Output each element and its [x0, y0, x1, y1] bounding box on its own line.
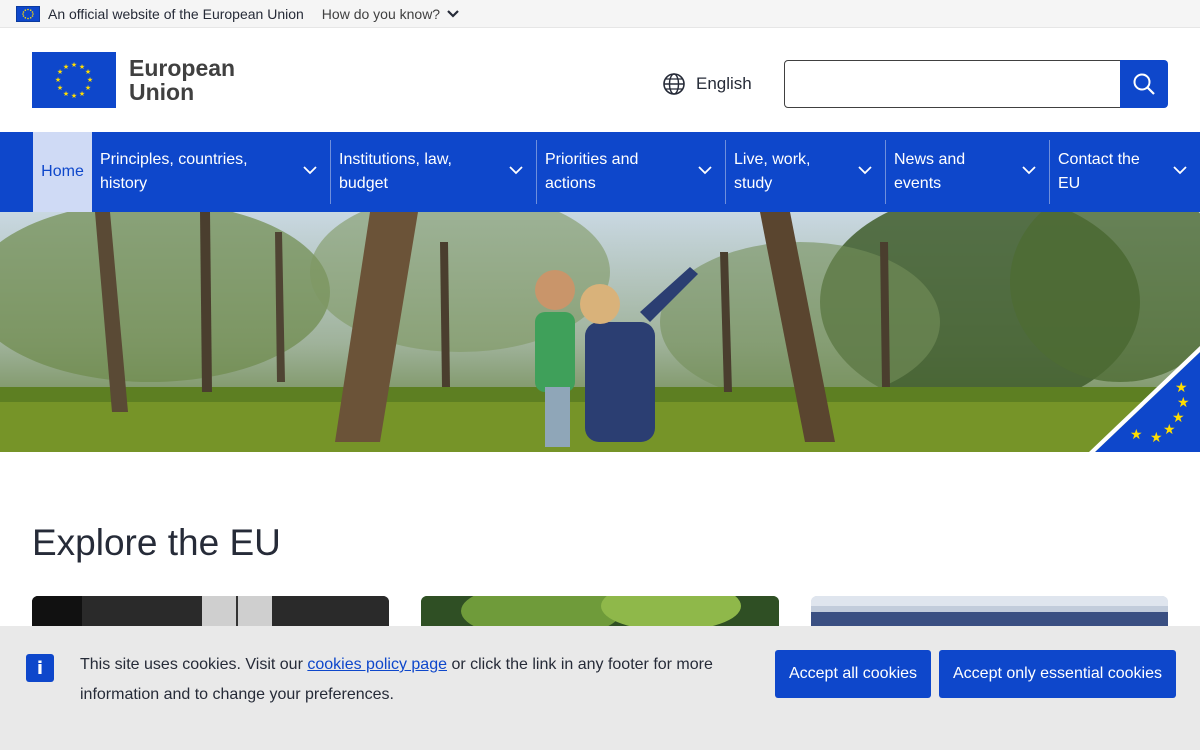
- svg-text:★: ★: [57, 84, 63, 92]
- chevron-down-icon: [858, 166, 872, 175]
- chevron-down-icon: [698, 166, 712, 175]
- nav-item-news-events[interactable]: News and events: [886, 132, 1049, 212]
- svg-text:★: ★: [85, 68, 91, 76]
- eu-flag-icon: ★ ★ ★ ★ ★ ★ ★ ★ ★ ★ ★ ★: [32, 52, 116, 108]
- nav-item-home[interactable]: Home: [33, 132, 92, 212]
- nav-item-live-work-study[interactable]: Live, work, study: [726, 132, 885, 212]
- globe-icon: [663, 73, 685, 95]
- svg-text:★: ★: [71, 92, 77, 100]
- nav-item-label: Live, work, study: [726, 148, 810, 196]
- chevron-down-icon: [509, 166, 523, 175]
- logo-line-2: Union: [129, 79, 195, 105]
- how-do-you-know-toggle[interactable]: How do you know?: [322, 6, 460, 22]
- svg-text:★: ★: [1175, 380, 1188, 396]
- svg-text:★: ★: [1150, 430, 1163, 446]
- hero-illustration: ★ ★ ★ ★★★: [0, 212, 1200, 452]
- svg-text:★: ★: [1177, 395, 1190, 411]
- nav-item-label: News and events: [886, 148, 965, 196]
- logo-line-1: European: [129, 55, 236, 81]
- nav-item-contact[interactable]: Contact the EU: [1050, 132, 1200, 212]
- eu-logo[interactable]: ★ ★ ★ ★ ★ ★ ★ ★ ★ ★ ★ ★ European Union: [32, 52, 235, 108]
- nav-label-line: Principles, countries,: [100, 151, 248, 168]
- chevron-down-icon: [303, 166, 317, 175]
- nav-item-institutions[interactable]: Institutions, law, budget: [331, 132, 536, 212]
- nav-label-line: EU: [1058, 175, 1081, 192]
- svg-text:★: ★: [1172, 410, 1185, 426]
- svg-text:★: ★: [1130, 427, 1143, 443]
- cookie-banner: i This site uses cookies. Visit our cook…: [0, 626, 1200, 750]
- info-icon: i: [26, 654, 54, 682]
- search-icon: [1133, 73, 1155, 95]
- accept-essential-cookies-button[interactable]: Accept only essential cookies: [939, 650, 1176, 698]
- svg-text:★: ★: [63, 63, 69, 71]
- accept-all-cookies-button[interactable]: Accept all cookies: [775, 650, 931, 698]
- logo-text: European Union: [129, 56, 235, 104]
- official-bar: An official website of the European Unio…: [0, 0, 1200, 28]
- language-selector[interactable]: English: [662, 72, 752, 96]
- svg-text:★: ★: [87, 76, 93, 84]
- search-button[interactable]: [1120, 60, 1168, 108]
- nav-item-principles[interactable]: Principles, countries, history: [92, 132, 330, 212]
- nav-label-line: News and: [894, 151, 966, 168]
- how-do-you-know-label: How do you know?: [321, 5, 441, 22]
- svg-text:★: ★: [63, 90, 69, 98]
- chevron-down-icon: [1022, 166, 1036, 175]
- chevron-down-icon: [447, 9, 459, 18]
- nav-item-label: Institutions, law, budget: [331, 148, 452, 196]
- nav-item-home-label: Home: [41, 163, 84, 180]
- explore-heading: Explore the EU: [32, 522, 281, 563]
- nav-label-line: history: [100, 175, 148, 192]
- svg-text:★: ★: [79, 90, 85, 98]
- hero-image: ★ ★ ★ ★ ★ ★: [0, 212, 1200, 452]
- svg-text:★: ★: [55, 76, 61, 84]
- nav-item-label: Contact the EU: [1050, 148, 1140, 196]
- svg-text:★: ★: [85, 84, 91, 92]
- nav-label-line: Live, work,: [734, 151, 811, 168]
- language-label: English: [696, 74, 752, 93]
- main-navigation: Home Principles, countries, history Inst…: [0, 132, 1200, 212]
- cookies-policy-link[interactable]: cookies policy page: [307, 656, 447, 673]
- eu-flag-icon: [16, 5, 40, 22]
- nav-label-line: actions: [545, 175, 596, 192]
- chevron-down-icon: [1173, 166, 1187, 175]
- cookie-message: This site uses cookies. Visit our cookie…: [80, 650, 720, 710]
- nav-label-line: budget: [339, 175, 388, 192]
- nav-label-line: events: [894, 175, 942, 192]
- official-site-text: An official website of the European Unio…: [48, 5, 304, 22]
- nav-label-line: study: [734, 175, 773, 192]
- search-input[interactable]: [784, 60, 1121, 108]
- nav-label-line: Institutions, law,: [339, 151, 452, 168]
- nav-item-label: Principles, countries, history: [92, 148, 248, 196]
- nav-item-priorities[interactable]: Priorities and actions: [537, 132, 725, 212]
- site-header: ★ ★ ★ ★ ★ ★ ★ ★ ★ ★ ★ ★ European Union English: [0, 28, 1200, 132]
- nav-label-line: Priorities and: [545, 151, 639, 168]
- svg-text:★: ★: [71, 61, 77, 69]
- nav-label-line: Contact the: [1058, 151, 1140, 168]
- nav-item-label: Priorities and actions: [537, 148, 638, 196]
- cookie-text-before: This site uses cookies. Visit our: [80, 656, 308, 673]
